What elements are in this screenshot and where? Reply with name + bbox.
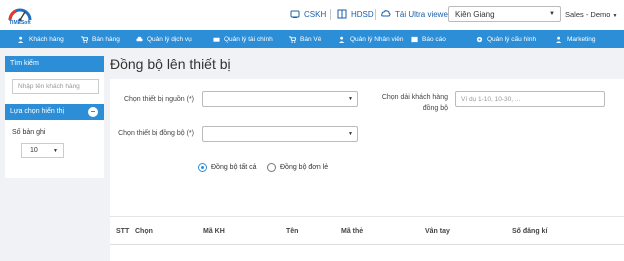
customer-search-input[interactable]: Nhập tên khách hàng (12, 79, 99, 94)
sidebar: Tìm kiếm Nhập tên khách hàng Lựa chọn hi… (5, 56, 104, 178)
device-table: STT Chọn Mã KH Tên Mã thẻ Vân tay Số đăn… (110, 216, 624, 261)
nav-label: Quản lý Nhân viên (350, 35, 404, 43)
nav-label: Marketing (567, 35, 596, 43)
search-panel-title: Tìm kiếm (5, 56, 104, 72)
chevron-down-icon: ▼ (348, 131, 353, 137)
nav-item-reports[interactable]: Báo cáo (411, 30, 446, 48)
cloud-icon (381, 10, 391, 17)
nav-item-config[interactable]: Quản lý cấu hình (476, 30, 536, 48)
sync-single-radio[interactable]: Đồng bộ đơn lẻ (267, 163, 328, 172)
nav-label: Báo cáo (422, 35, 446, 43)
users-icon (18, 36, 24, 43)
sync-single-label: Đồng bộ đơn lẻ (280, 164, 329, 171)
sync-device-select[interactable]: ▼ (202, 126, 358, 142)
source-device-label: Chọn thiết bị nguồn (*) (123, 96, 194, 103)
column-header-select[interactable]: Chọn (135, 228, 153, 235)
nav-label: Khách hàng (29, 35, 64, 43)
support-link[interactable]: CSKH (290, 9, 326, 19)
column-header-card-id[interactable]: Mã thẻ (341, 228, 363, 235)
header-divider (110, 244, 624, 245)
province-select[interactable]: Kiên Giang ▼ (448, 6, 561, 22)
nav-label: Quản lý cấu hình (487, 35, 537, 43)
records-label: Số bản ghi (12, 129, 46, 136)
customer-range-input[interactable]: Ví dụ 1-10, 10-30, ... (455, 91, 605, 107)
logo-text: TIMESoft (9, 20, 31, 26)
nav-item-sales[interactable]: Bán hàng (81, 30, 120, 48)
radio-unselected-icon (267, 163, 276, 172)
user-menu[interactable]: Sales - Demo ▼ (565, 10, 617, 19)
guide-link-label: HDSD (351, 9, 374, 19)
page-title: Đồng bộ lên thiết bị (110, 56, 231, 72)
sync-device-label: Chọn thiết bị đồng bộ (*) (118, 130, 194, 137)
collapse-icon[interactable] (88, 107, 98, 117)
column-header-customer-id[interactable]: Mã KH (203, 228, 225, 235)
province-value: Kiên Giang (455, 10, 495, 19)
chevron-down-icon: ▼ (612, 13, 618, 19)
nav-label: Bán Vé (300, 35, 322, 43)
headset-icon (290, 10, 300, 18)
nav-label: Quản lý tài chính (224, 35, 273, 43)
column-header-stt[interactable]: STT (116, 228, 129, 235)
nav-label: Bán hàng (92, 35, 120, 43)
main-navbar: Khách hàng Bán hàng Quản lý dịch vụ Quản… (0, 30, 624, 48)
nav-label: Quản lý dịch vụ (147, 35, 192, 43)
download-link-label: Tải Ultra viewer (395, 9, 451, 19)
guide-link[interactable]: HDSD (337, 9, 374, 19)
records-per-page-select[interactable]: 10 ▼ (21, 143, 64, 158)
users-icon (556, 36, 562, 43)
cart-icon (81, 35, 88, 43)
sync-all-radio[interactable]: Đồng bộ tất cả (198, 163, 257, 172)
display-options-header[interactable]: Lựa chọn hiển thị (5, 104, 104, 120)
radio-selected-icon (198, 163, 207, 172)
nav-item-customers[interactable]: Khách hàng (18, 30, 64, 48)
divider (375, 9, 376, 20)
records-value: 10 (30, 147, 38, 154)
sync-all-label: Đồng bộ tất cả (211, 164, 257, 171)
nav-item-marketing[interactable]: Marketing (556, 30, 596, 48)
display-options-title: Lựa chọn hiển thị (10, 108, 65, 115)
nav-item-services[interactable]: Quản lý dịch vụ (136, 30, 192, 48)
column-header-fingerprint[interactable]: Vân tay (425, 228, 450, 235)
chevron-down-icon: ▼ (53, 148, 58, 154)
customer-range-label: Chọn dải khách hàng đồng bộ (381, 94, 448, 112)
chevron-down-icon: ▼ (549, 11, 555, 17)
column-header-registration[interactable]: Số đăng kí (512, 228, 547, 235)
top-bar: TIMESoft CSKH HDSD Tải Ultra viewer Kiên… (0, 0, 624, 30)
cart-icon (289, 35, 296, 43)
divider (330, 9, 331, 20)
money-icon (213, 37, 220, 42)
chevron-down-icon: ▼ (348, 96, 353, 102)
nav-item-tickets[interactable]: Bán Vé (289, 30, 321, 48)
report-icon (411, 36, 418, 42)
car-icon (136, 36, 143, 41)
nav-item-staff[interactable]: Quản lý Nhân viên (339, 30, 403, 48)
nav-item-finance[interactable]: Quản lý tài chính (213, 30, 273, 48)
download-link[interactable]: Tải Ultra viewer (381, 9, 451, 19)
user-name: Sales - Demo (565, 10, 611, 19)
book-icon (337, 9, 347, 19)
support-link-label: CSKH (304, 9, 327, 19)
column-header-name[interactable]: Tên (286, 228, 298, 235)
source-device-select[interactable]: ▼ (202, 91, 358, 107)
gear-icon (476, 36, 483, 42)
users-icon (339, 36, 345, 43)
